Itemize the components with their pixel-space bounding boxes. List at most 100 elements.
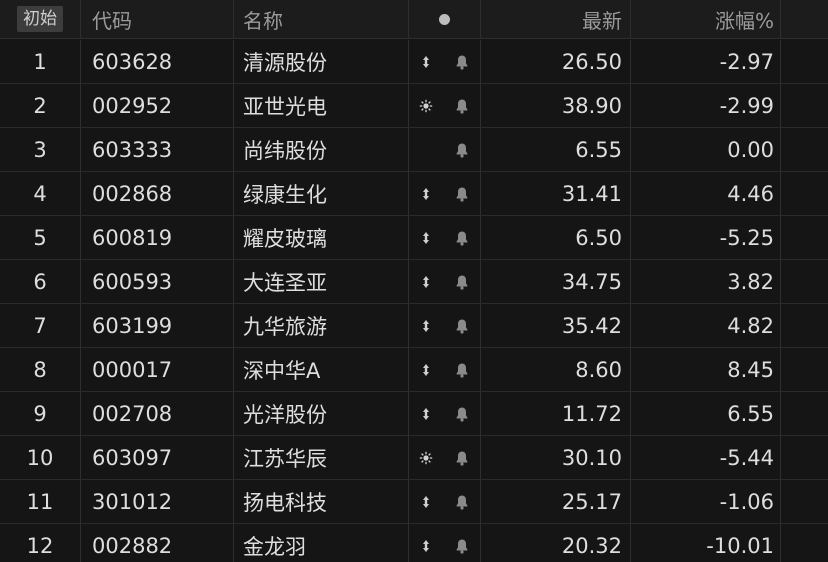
row-alert[interactable] bbox=[444, 172, 480, 215]
bell-icon bbox=[456, 275, 468, 290]
column-header-name[interactable]: 名称 bbox=[233, 0, 408, 38]
column-divider bbox=[480, 172, 481, 215]
table-row[interactable]: 10 603097 江苏华辰 30.10 -5.44 bbox=[0, 436, 828, 480]
column-header-change[interactable]: 涨幅% bbox=[630, 0, 780, 38]
row-alert[interactable] bbox=[444, 348, 480, 391]
latest-price: 30.10 bbox=[561, 445, 622, 470]
stock-name: 金龙羽 bbox=[243, 534, 306, 559]
column-divider bbox=[780, 260, 781, 303]
row-index: 9 bbox=[33, 401, 47, 426]
row-mark[interactable] bbox=[408, 260, 444, 303]
column-divider bbox=[408, 348, 409, 391]
change-percent: 3.82 bbox=[727, 269, 774, 294]
row-alert[interactable] bbox=[444, 260, 480, 303]
bell-icon bbox=[456, 143, 468, 158]
table-row[interactable]: 1 603628 清源股份 26.50 -2.97 bbox=[0, 40, 828, 84]
row-mark[interactable] bbox=[408, 392, 444, 435]
table-row[interactable]: 6 600593 大连圣亚 34.75 3.82 bbox=[0, 260, 828, 304]
column-divider bbox=[408, 480, 409, 523]
table-row[interactable]: 5 600819 耀皮玻璃 6.50 -5.25 bbox=[0, 216, 828, 260]
row-mark[interactable] bbox=[408, 84, 444, 127]
table-row[interactable]: 2 002952 亚世光电 38.90 -2.99 bbox=[0, 84, 828, 128]
table-row[interactable]: 3 603333 尚纬股份 6.55 0.00 bbox=[0, 128, 828, 172]
row-alert[interactable] bbox=[444, 84, 480, 127]
row-alert[interactable] bbox=[444, 304, 480, 347]
bell-icon bbox=[456, 539, 468, 554]
column-divider bbox=[233, 304, 234, 347]
column-divider bbox=[780, 0, 781, 38]
stock-name: 九华旅游 bbox=[243, 314, 327, 339]
change-percent: 0.00 bbox=[727, 137, 774, 162]
table-row[interactable]: 11 301012 扬电科技 25.17 -1.06 bbox=[0, 480, 828, 524]
row-index: 10 bbox=[26, 445, 54, 470]
sun-icon bbox=[419, 99, 433, 112]
change-percent: -2.99 bbox=[719, 93, 774, 118]
column-divider bbox=[233, 392, 234, 435]
change-percent: -2.97 bbox=[719, 49, 774, 74]
column-divider bbox=[233, 40, 234, 83]
column-header-price[interactable]: 最新 bbox=[480, 0, 630, 38]
row-mark[interactable] bbox=[408, 524, 444, 562]
updown-arrow-icon bbox=[423, 407, 429, 420]
stock-code: 600593 bbox=[92, 269, 173, 294]
row-alert[interactable] bbox=[444, 480, 480, 523]
change-percent: -10.01 bbox=[706, 533, 774, 558]
bell-icon bbox=[456, 363, 468, 378]
change-percent: -5.25 bbox=[719, 225, 774, 250]
column-divider bbox=[780, 84, 781, 127]
row-alert[interactable] bbox=[444, 436, 480, 479]
stock-name: 扬电科技 bbox=[243, 490, 327, 515]
table-row[interactable]: 4 002868 绿康生化 31.41 4.46 bbox=[0, 172, 828, 216]
column-divider bbox=[630, 480, 631, 523]
column-divider bbox=[780, 304, 781, 347]
row-alert[interactable] bbox=[444, 392, 480, 435]
row-mark[interactable] bbox=[408, 436, 444, 479]
latest-price: 25.17 bbox=[561, 489, 622, 514]
column-divider bbox=[408, 84, 409, 127]
column-divider bbox=[480, 304, 481, 347]
stock-code: 002952 bbox=[92, 93, 173, 118]
row-mark[interactable] bbox=[408, 348, 444, 391]
row-alert[interactable] bbox=[444, 40, 480, 83]
row-mark[interactable] bbox=[408, 128, 444, 171]
column-divider bbox=[480, 392, 481, 435]
stock-code: 600819 bbox=[92, 225, 173, 250]
column-header-mark[interactable] bbox=[408, 0, 480, 38]
row-mark[interactable] bbox=[408, 304, 444, 347]
column-divider bbox=[80, 128, 81, 171]
table-row[interactable]: 12 002882 金龙羽 20.32 -10.01 bbox=[0, 524, 828, 562]
stock-name: 亚世光电 bbox=[243, 94, 327, 119]
column-header-code[interactable]: 代码 bbox=[80, 0, 233, 38]
row-mark[interactable] bbox=[408, 216, 444, 259]
column-divider bbox=[80, 84, 81, 127]
row-alert[interactable] bbox=[444, 128, 480, 171]
stock-code: 000017 bbox=[92, 357, 173, 382]
column-divider bbox=[480, 348, 481, 391]
column-divider bbox=[408, 304, 409, 347]
row-mark[interactable] bbox=[408, 40, 444, 83]
column-divider bbox=[408, 40, 409, 83]
table-row[interactable]: 9 002708 光洋股份 11.72 6.55 bbox=[0, 392, 828, 436]
row-alert[interactable] bbox=[444, 216, 480, 259]
column-divider bbox=[408, 260, 409, 303]
stock-name: 大连圣亚 bbox=[243, 270, 327, 295]
row-mark[interactable] bbox=[408, 480, 444, 523]
sort-initial-button[interactable]: 初始 bbox=[0, 0, 80, 38]
bell-icon bbox=[456, 99, 468, 114]
column-divider bbox=[408, 436, 409, 479]
bell-icon bbox=[456, 231, 468, 246]
table-row[interactable]: 8 000017 深中华A 8.60 8.45 bbox=[0, 348, 828, 392]
column-divider bbox=[480, 216, 481, 259]
row-mark[interactable] bbox=[408, 172, 444, 215]
stock-name: 耀皮玻璃 bbox=[243, 226, 327, 251]
change-percent: -1.06 bbox=[719, 489, 774, 514]
column-divider bbox=[233, 172, 234, 215]
table-row[interactable]: 7 603199 九华旅游 35.42 4.82 bbox=[0, 304, 828, 348]
stock-code: 002868 bbox=[92, 181, 173, 206]
updown-arrow-icon bbox=[423, 363, 429, 376]
column-divider bbox=[233, 260, 234, 303]
bell-icon bbox=[456, 319, 468, 334]
column-divider bbox=[480, 480, 481, 523]
column-divider bbox=[630, 128, 631, 171]
row-alert[interactable] bbox=[444, 524, 480, 562]
